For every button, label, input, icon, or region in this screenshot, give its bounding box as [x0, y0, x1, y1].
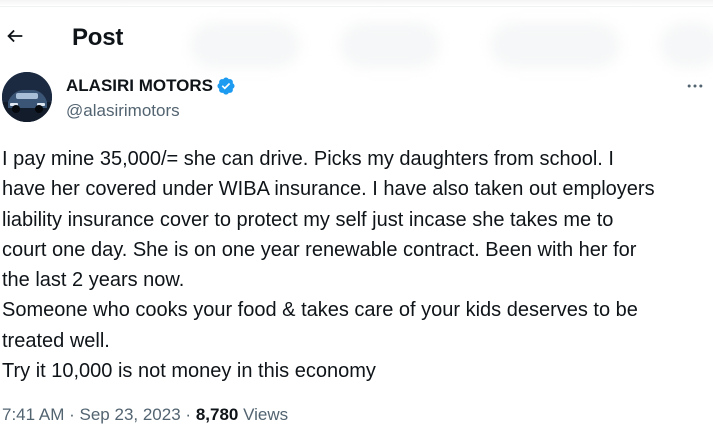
- more-horizontal-icon: [685, 76, 705, 101]
- post-text-line: the last 2 years now.: [2, 269, 185, 292]
- blurred-header-decoration: [190, 22, 300, 68]
- blurred-header-decoration: [490, 22, 620, 68]
- blurred-header-decoration: [660, 22, 713, 68]
- post-text-line: Someone who cooks your food & takes care…: [2, 299, 638, 322]
- blurred-header-decoration: [340, 22, 440, 68]
- arrow-left-icon: [4, 25, 26, 52]
- post-text-line: Try it 10,000 is not money in this econo…: [2, 360, 376, 383]
- post-header: Post: [0, 8, 713, 70]
- verified-badge-icon: [216, 76, 236, 96]
- meta-separator: ·: [69, 405, 75, 424]
- post-time: 7:41 AM: [2, 405, 65, 424]
- author-name-text: ALASIRI MOTORS: [66, 76, 214, 95]
- author-name[interactable]: ALASIRI MOTORS: [66, 76, 236, 96]
- author-handle[interactable]: @alasirimotors: [66, 101, 180, 121]
- views-label: Views: [243, 405, 289, 424]
- post-date: Sep 23, 2023: [79, 405, 181, 424]
- meta-separator: ·: [185, 405, 192, 424]
- post-author: ALASIRI MOTORS @alasirimotors: [0, 72, 713, 128]
- top-divider: [0, 0, 713, 7]
- views-link[interactable]: 8,780 Views: [196, 405, 288, 424]
- views-count: 8,780: [195, 405, 239, 424]
- post-text-line: liability insurance cover to protect my …: [2, 208, 614, 231]
- back-button[interactable]: [0, 20, 30, 56]
- post-time-link[interactable]: 7:41 AM · Sep 23, 2023: [2, 405, 181, 424]
- post-text: I pay mine 35,000/= she can drive. Picks…: [2, 144, 710, 386]
- page-title: Post: [72, 24, 124, 51]
- avatar[interactable]: [2, 72, 52, 122]
- post-text-line: court one day. She is on one year renewa…: [2, 238, 637, 261]
- post-meta: 7:41 AM · Sep 23, 2023 · 8,780 Views: [2, 405, 288, 425]
- post-text-line: treated well.: [2, 329, 110, 352]
- post-text-line: I pay mine 35,000/= she can drive. Picks…: [2, 148, 614, 170]
- post-text-line: have her covered under WIBA insurance. I…: [2, 178, 655, 201]
- more-button[interactable]: [683, 76, 707, 100]
